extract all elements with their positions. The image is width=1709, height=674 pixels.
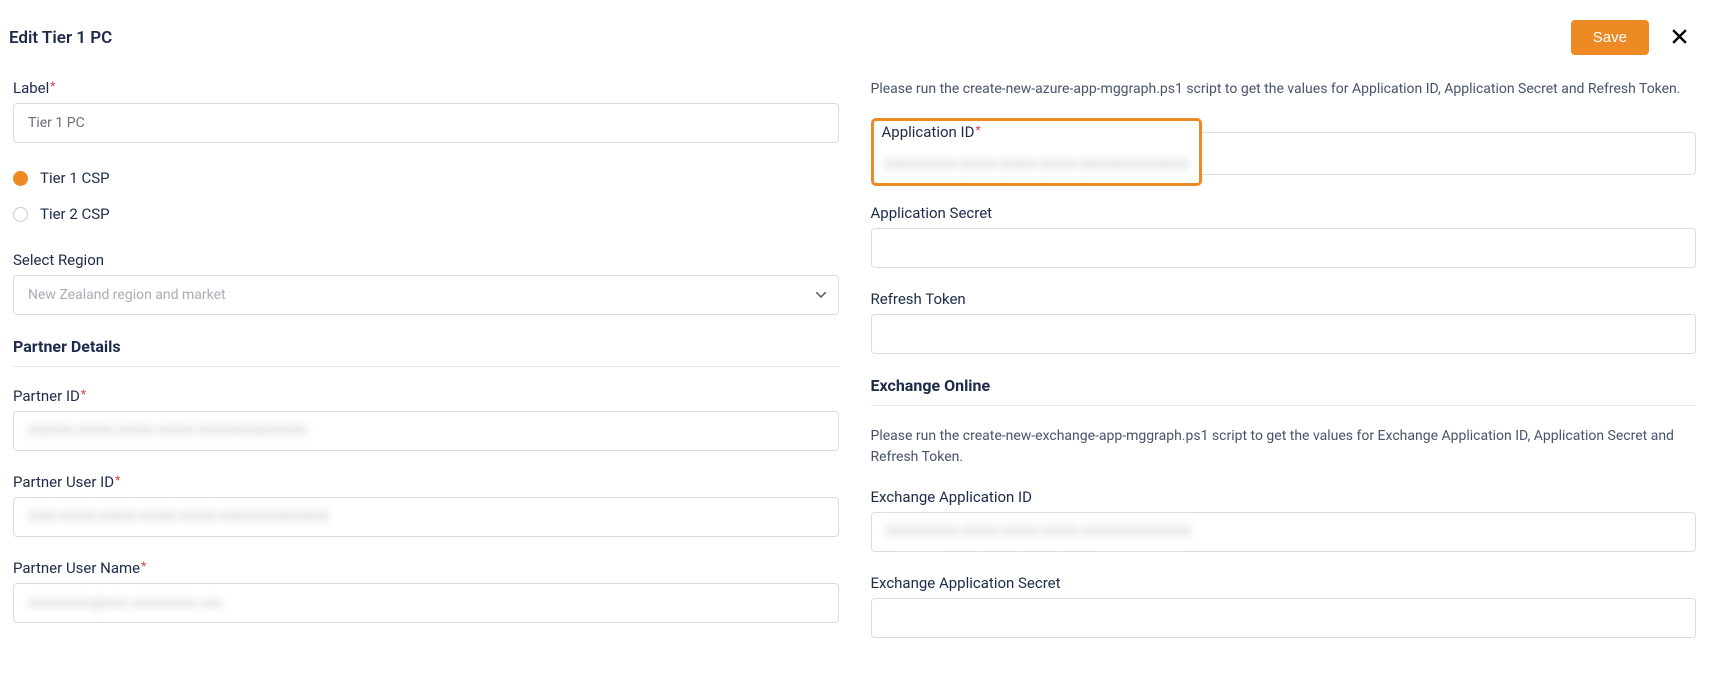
partner-user-id-input[interactable]: XXX-XXXX-XXXX-XXXX-XXXX-XXXXXXXXXXXX (13, 497, 839, 537)
required-marker: * (81, 387, 86, 401)
right-column: Please run the create-new-azure-app-mggr… (871, 79, 1697, 660)
tier2-radio[interactable]: Tier 2 CSP (13, 205, 839, 223)
application-secret-input[interactable] (871, 228, 1697, 268)
masked-value: XXXXX-XXXX-XXXX-XXXX-XXXXXXXXXXXX (28, 423, 824, 439)
region-label: Select Region (13, 251, 839, 269)
application-id-input-right[interactable] (1202, 132, 1696, 175)
label-text: Partner User ID (13, 473, 114, 491)
required-marker: * (975, 123, 980, 137)
partner-user-id-group: Partner User ID* XXX-XXXX-XXXX-XXXX-XXXX… (13, 473, 839, 537)
label-field-label: Label* (13, 79, 839, 97)
refresh-token-input[interactable] (871, 314, 1697, 354)
radio-selected-icon (13, 171, 28, 186)
tier-radio-group: Tier 1 CSP Tier 2 CSP (13, 169, 839, 223)
exchange-app-secret-input[interactable] (871, 598, 1697, 638)
application-secret-group: Application Secret (871, 204, 1697, 268)
refresh-token-label: Refresh Token (871, 290, 1697, 308)
tier1-radio-label: Tier 1 CSP (40, 169, 110, 187)
exchange-app-id-label: Exchange Application ID (871, 488, 1697, 506)
region-select[interactable]: New Zealand region and market (13, 275, 839, 315)
partner-user-id-label: Partner User ID* (13, 473, 839, 491)
header-actions: Save (1571, 20, 1700, 55)
partner-id-input[interactable]: XXXXX-XXXX-XXXX-XXXX-XXXXXXXXXXXX (13, 411, 839, 451)
partner-user-name-input[interactable]: xxxxxxxxx@xxx.xxxxxxxxx.xxx (13, 583, 839, 623)
tier1-radio[interactable]: Tier 1 CSP (13, 169, 839, 187)
application-id-input-extension (1202, 120, 1696, 186)
required-marker: * (115, 473, 120, 487)
divider (13, 366, 839, 367)
masked-value: xxxxxxxxx@xxx.xxxxxxxxx.xxx (28, 595, 824, 611)
masked-value: XXXXXXXX-XXXX-XXXX-XXXX-XXXXXXXXXXXX (884, 157, 1190, 173)
exchange-app-secret-group: Exchange Application Secret (871, 574, 1697, 638)
exchange-app-secret-label: Exchange Application Secret (871, 574, 1697, 592)
required-marker: * (50, 79, 55, 93)
masked-value: XXX-XXXX-XXXX-XXXX-XXXX-XXXXXXXXXXXX (28, 509, 824, 525)
partner-user-name-label: Partner User Name* (13, 559, 839, 577)
partner-user-name-group: Partner User Name* xxxxxxxxx@xxx.xxxxxxx… (13, 559, 839, 623)
application-id-highlight: Application ID* XXXXXXXX-XXXX-XXXX-XXXX-… (871, 118, 1203, 186)
close-icon (1671, 33, 1688, 48)
label-text: Label (13, 79, 49, 97)
masked-value: XXXXXXXX-XXXX-XXXX-XXXX-XXXXXXXXXXXX (886, 524, 1682, 540)
exchange-app-id-group: Exchange Application ID XXXXXXXX-XXXX-XX… (871, 488, 1697, 552)
label-input[interactable] (13, 103, 839, 143)
page-title: Edit Tier 1 PC (9, 28, 112, 48)
application-secret-label: Application Secret (871, 204, 1697, 222)
exchange-app-id-input[interactable]: XXXXXXXX-XXXX-XXXX-XXXX-XXXXXXXXXXXX (871, 512, 1697, 552)
partner-id-group: Partner ID* XXXXX-XXXX-XXXX-XXXX-XXXXXXX… (13, 387, 839, 451)
application-id-row: Application ID* XXXXXXXX-XXXX-XXXX-XXXX-… (871, 120, 1697, 186)
label-text: Partner ID (13, 387, 80, 405)
partner-details-heading: Partner Details (13, 337, 839, 356)
divider (871, 405, 1697, 406)
application-id-label: Application ID* (882, 123, 1192, 141)
required-marker: * (141, 559, 146, 573)
exchange-helper-text: Please run the create-new-exchange-app-m… (871, 426, 1697, 468)
application-id-input-left[interactable]: XXXXXXXX-XXXX-XXXX-XXXX-XXXXXXXXXXXX (882, 147, 1192, 175)
tier2-radio-label: Tier 2 CSP (40, 205, 110, 223)
save-button[interactable]: Save (1571, 20, 1649, 55)
label-text: Partner User Name (13, 559, 140, 577)
azure-helper-text: Please run the create-new-azure-app-mggr… (871, 79, 1697, 100)
refresh-token-group: Refresh Token (871, 290, 1697, 354)
dialog-header: Edit Tier 1 PC Save (0, 0, 1709, 55)
label-text: Application ID (882, 123, 975, 141)
form-columns: Label* Tier 1 CSP Tier 2 CSP Select Regi… (0, 55, 1709, 660)
region-field-group: Select Region New Zealand region and mar… (13, 251, 839, 315)
label-field-group: Label* (13, 79, 839, 143)
partner-id-label: Partner ID* (13, 387, 839, 405)
exchange-online-heading: Exchange Online (871, 376, 1697, 395)
close-button[interactable] (1667, 24, 1692, 52)
radio-unselected-icon (13, 207, 28, 222)
left-column: Label* Tier 1 CSP Tier 2 CSP Select Regi… (13, 79, 839, 660)
